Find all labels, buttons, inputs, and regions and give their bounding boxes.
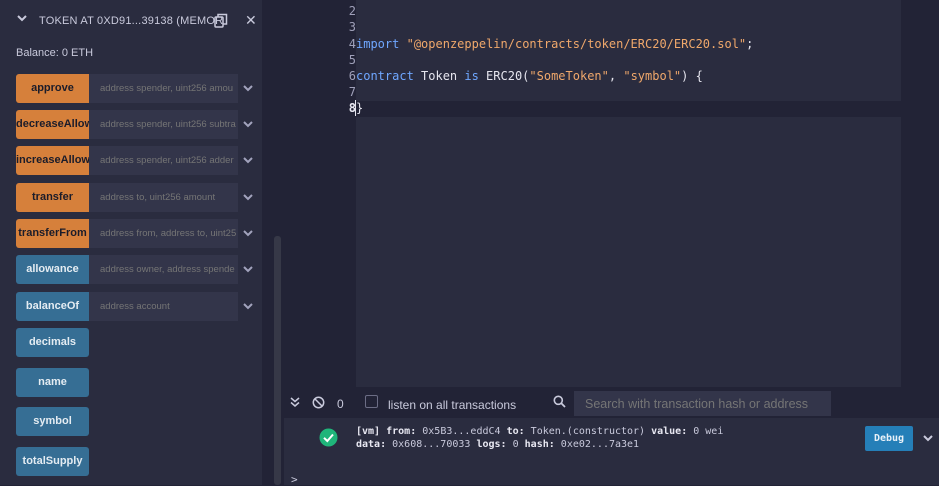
panel-scrollbar-thumb[interactable]	[274, 236, 281, 485]
deployed-contract-panel: TOKEN AT 0XD91...39138 (MEMOR ✕ Balance:…	[0, 0, 262, 485]
log-logs: 0	[512, 439, 519, 450]
symbol-button[interactable]: symbol	[16, 407, 89, 436]
log-vm-tag: [vm]	[356, 426, 381, 437]
line-number: 5	[348, 53, 356, 67]
current-line-highlight	[356, 101, 939, 117]
chevron-down-icon[interactable]	[16, 12, 28, 24]
balance-label: Balance: 0 ETH	[16, 47, 94, 59]
function-decrease-allowance: decreaseAllow	[16, 110, 262, 139]
terminal-toolbar: 0 listen on all transactions	[284, 388, 939, 418]
code-token: Token	[413, 69, 465, 83]
chevron-down-icon[interactable]	[242, 227, 254, 239]
function-transfer-from: transferFrom	[16, 219, 262, 248]
listen-all-label: listen on all transactions	[388, 398, 517, 412]
decimals-button[interactable]: decimals	[16, 328, 89, 357]
log-data: 0x608...70033	[392, 439, 471, 450]
contract-header[interactable]: TOKEN AT 0XD91...39138 (MEMOR ✕	[0, 0, 262, 40]
function-allowance: allowance	[16, 255, 262, 284]
approve-args-input[interactable]	[89, 74, 238, 103]
debug-button[interactable]: Debug	[865, 426, 913, 451]
function-balance-of: balanceOf	[16, 292, 262, 321]
log-to: Token.(constructor)	[530, 426, 646, 437]
code-token: }	[356, 101, 364, 115]
keyword: contract	[356, 69, 414, 83]
log-label: data:	[356, 439, 387, 450]
text-caret	[355, 100, 356, 116]
log-label: hash:	[524, 439, 555, 450]
line-number-gutter: 2 3 4 5 6 7 8	[284, 0, 356, 388]
approve-button[interactable]: approve	[16, 74, 89, 103]
chevron-down-icon[interactable]	[242, 300, 254, 312]
total-supply-button[interactable]: totalSupply	[16, 447, 89, 476]
function-name: name	[16, 368, 262, 397]
code-line-contract: contract Token is ERC20("SomeToken", "sy…	[356, 69, 703, 83]
terminal-output: [vm] from: 0x5B3...eddC4 to: Token.(cons…	[284, 418, 939, 486]
code-line-import: import "@openzeppelin/contracts/token/ER…	[356, 37, 753, 51]
balance-of-button[interactable]: balanceOf	[16, 292, 89, 321]
line-number: 6	[348, 69, 356, 83]
code-token: ;	[746, 37, 754, 51]
increase-allowance-button[interactable]: increaseAllow	[16, 146, 89, 175]
string-literal: "symbol"	[623, 69, 682, 83]
function-approve: approve	[16, 74, 262, 103]
function-decimals: decimals	[16, 328, 262, 357]
function-transfer: transfer	[16, 183, 262, 212]
log-label: to:	[506, 426, 525, 437]
chevron-down-icon[interactable]	[242, 154, 254, 166]
transfer-button[interactable]: transfer	[16, 183, 89, 212]
line-number-active: 8	[348, 101, 356, 115]
increase-allowance-args-input[interactable]	[89, 146, 238, 175]
collapse-terminal-icon[interactable]	[290, 396, 300, 408]
log-hash: 0xe02...7a3e1	[560, 439, 640, 450]
chevron-down-icon[interactable]	[922, 432, 934, 444]
log-line-data: data: 0x608...70033 logs: 0 hash: 0xe02.…	[356, 439, 639, 450]
line-number: 4	[348, 37, 356, 51]
log-label: logs:	[476, 439, 507, 450]
function-total-supply: totalSupply	[16, 447, 262, 476]
function-increase-allowance: increaseAllow	[16, 146, 262, 175]
keyword: is	[464, 69, 479, 83]
log-line-tx: [vm] from: 0x5B3...eddC4 to: Token.(cons…	[356, 426, 723, 437]
transfer-from-button[interactable]: transferFrom	[16, 219, 89, 248]
code-editor[interactable]: 2 3 4 5 6 7 8 import "@openzeppelin/cont…	[284, 0, 939, 388]
editor-text-area-lower	[356, 117, 901, 387]
transfer-args-input[interactable]	[89, 183, 238, 212]
chevron-down-icon[interactable]	[242, 82, 254, 94]
name-button[interactable]: name	[16, 368, 89, 397]
log-label: value:	[651, 426, 688, 437]
line-number: 3	[348, 20, 356, 34]
code-token: ,	[608, 69, 624, 83]
terminal-prompt[interactable]: >	[291, 473, 298, 486]
copy-icon[interactable]	[214, 13, 228, 29]
chevron-down-icon[interactable]	[242, 263, 254, 275]
function-symbol: symbol	[16, 407, 262, 436]
code-token: ERC20(	[478, 69, 530, 83]
clear-console-icon[interactable]	[312, 396, 325, 409]
string-literal: "SomeToken"	[529, 69, 609, 83]
transfer-from-args-input[interactable]	[89, 219, 238, 248]
line-number: 7	[348, 85, 356, 99]
code-token: ) {	[681, 69, 703, 83]
close-icon[interactable]: ✕	[245, 12, 257, 29]
chevron-down-icon[interactable]	[242, 191, 254, 203]
allowance-button[interactable]: allowance	[16, 255, 89, 284]
pending-tx-count: 0	[337, 397, 344, 411]
balance-of-args-input[interactable]	[89, 292, 238, 321]
chevron-down-icon[interactable]	[242, 118, 254, 130]
allowance-args-input[interactable]	[89, 255, 238, 284]
tx-search-input[interactable]	[574, 391, 831, 416]
search-icon	[553, 395, 566, 408]
success-check-icon	[319, 428, 338, 447]
code-line-close: }	[356, 101, 363, 115]
listen-all-checkbox[interactable]	[365, 395, 378, 408]
log-label: from:	[386, 426, 417, 437]
keyword: import	[356, 37, 400, 51]
decrease-allowance-button[interactable]: decreaseAllow	[16, 110, 89, 139]
decrease-allowance-args-input[interactable]	[89, 110, 238, 139]
string-literal: "@openzeppelin/contracts/token/ERC20/ERC…	[406, 37, 747, 51]
line-number: 2	[348, 4, 356, 18]
log-from: 0x5B3...eddC4	[422, 426, 501, 437]
contract-title: TOKEN AT 0XD91...39138 (MEMOR	[39, 15, 224, 27]
log-value: 0 wei	[693, 426, 724, 437]
